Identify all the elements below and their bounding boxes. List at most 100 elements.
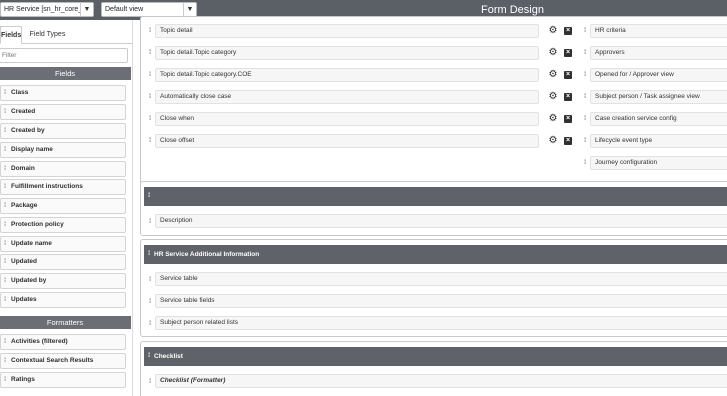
drag-handle-icon: ⁞⁞: [149, 277, 152, 283]
drag-handle-icon: ⁞⁞: [149, 50, 152, 56]
drag-handle-icon: ⁞⁞: [584, 94, 587, 100]
field-item-display-name[interactable]: ⁞⁞ Display name: [0, 142, 126, 158]
form-field-subject-person-view[interactable]: Subject person / Task assignee view: [590, 90, 727, 104]
gear-icon[interactable]: ⚙: [548, 70, 558, 80]
form-canvas: ⁞⁞ Topic detail ⚙ × ⁞⁞ Topic detail.Topi…: [133, 16, 727, 396]
field-item-update-name[interactable]: ⁞⁞ Update name: [0, 236, 126, 252]
form-field-case-creation-config[interactable]: Case creation service config: [590, 112, 727, 126]
field-item-domain[interactable]: ⁞⁞ Domain: [0, 161, 126, 177]
drag-handle-icon: ⁞⁞: [4, 109, 7, 115]
field-label: Update name: [11, 240, 52, 247]
field-label: Activities (filtered): [11, 338, 68, 345]
drag-handle-icon: ⁞⁞: [149, 94, 152, 100]
remove-icon[interactable]: ×: [564, 49, 572, 57]
drag-handle-icon: ⁞⁞: [4, 166, 7, 172]
form-field-service-table[interactable]: Service table: [155, 272, 727, 286]
gear-icon[interactable]: ⚙: [548, 48, 558, 58]
field-label: Contextual Search Results: [11, 357, 94, 364]
remove-icon[interactable]: ×: [564, 93, 572, 101]
form-field-topic-category[interactable]: Topic detail.Topic category: [155, 46, 539, 60]
field-label: Ratings: [11, 376, 35, 383]
section-header[interactable]: ⁞⁞ Checklist: [144, 347, 727, 366]
drag-handle-icon: ⁞⁞: [4, 222, 7, 228]
tab-field-types[interactable]: Field Types: [25, 26, 70, 44]
drag-handle-icon: ⁞⁞: [584, 28, 587, 34]
field-label: Display name: [11, 146, 53, 153]
field-item-fulfillment-instructions[interactable]: ⁞⁞ Fulfillment instructions: [0, 179, 126, 195]
view-select-value: Default view: [105, 6, 144, 13]
gear-icon[interactable]: ⚙: [548, 92, 558, 102]
field-item-updated[interactable]: ⁞⁞ Updated: [0, 254, 126, 270]
field-item-updated-by[interactable]: ⁞⁞ Updated by: [0, 273, 126, 289]
drag-handle-icon: ⁞⁞: [4, 259, 7, 265]
drag-handle-icon: ⁞⁞: [4, 339, 7, 345]
drag-handle-icon: ⁞⁞: [149, 138, 152, 144]
field-label: Updated: [11, 258, 37, 265]
form-field-lifecycle-event-type[interactable]: Lifecycle event type: [590, 134, 727, 148]
form-field-journey-configuration[interactable]: Journey configuration: [590, 156, 727, 170]
drag-handle-icon: ⁞⁞: [4, 358, 7, 364]
form-field-checklist-formatter[interactable]: Checklist (Formatter): [155, 374, 727, 388]
drag-handle-icon: ⁞⁞: [4, 184, 7, 190]
remove-icon[interactable]: ×: [564, 115, 572, 123]
field-item-package[interactable]: ⁞⁞ Package: [0, 198, 126, 214]
drag-handle-icon: ⁞⁞: [4, 241, 7, 247]
drag-handle-icon: ⁞⁞: [149, 379, 152, 385]
section-header[interactable]: ⁞⁞ HR Service Additional Information: [144, 245, 727, 264]
form-field-hr-criteria[interactable]: HR criteria: [590, 24, 727, 38]
field-item-created-by[interactable]: ⁞⁞ Created by: [0, 123, 126, 139]
form-field-close-when[interactable]: Close when: [155, 112, 539, 126]
field-item-updates[interactable]: ⁞⁞ Updates: [0, 292, 126, 308]
drag-handle-icon: ⁞⁞: [584, 72, 587, 78]
table-select-value: HR Service [sn_hr_core_se: [4, 6, 90, 13]
drag-handle-icon: ⁞⁞: [4, 377, 7, 383]
drag-handle-icon: ⁞⁞: [4, 147, 7, 153]
form-field-auto-close-case[interactable]: Automatically close case: [155, 90, 539, 104]
field-label: Package: [11, 202, 38, 209]
gear-icon[interactable]: ⚙: [548, 136, 558, 146]
formatter-item-activities[interactable]: ⁞⁞ Activities (filtered): [0, 334, 126, 350]
formatter-item-contextual-search[interactable]: ⁞⁞ Contextual Search Results: [0, 353, 126, 369]
fields-header: Fields: [0, 67, 131, 80]
drag-handle-icon: ⁞⁞: [149, 116, 152, 122]
field-label: Fulfillment instructions: [11, 183, 83, 190]
view-select[interactable]: Default view ▼: [101, 2, 197, 17]
drag-handle-icon: ⁞⁞: [149, 321, 152, 327]
field-label: Domain: [11, 165, 35, 172]
gear-icon[interactable]: ⚙: [548, 26, 558, 36]
drag-handle-icon: ⁞⁞: [148, 353, 151, 359]
drag-handle-icon: ⁞⁞: [4, 297, 7, 303]
drag-handle-icon: ⁞⁞: [149, 219, 152, 225]
form-field-service-table-fields[interactable]: Service table fields: [155, 294, 727, 308]
field-item-created[interactable]: ⁞⁞ Created: [0, 104, 126, 120]
form-field-approvers[interactable]: Approvers: [590, 46, 727, 60]
chevron-down-icon: ▼: [80, 3, 93, 16]
drag-handle-icon: ⁞⁞: [584, 50, 587, 56]
remove-icon[interactable]: ×: [564, 137, 572, 145]
form-field-close-offset[interactable]: Close offset: [155, 134, 539, 148]
remove-icon[interactable]: ×: [564, 27, 572, 35]
remove-icon[interactable]: ×: [564, 71, 572, 79]
field-item-class[interactable]: ⁞⁞ Class: [0, 85, 126, 101]
drag-handle-icon: ⁞⁞: [584, 116, 587, 122]
section-title: HR Service Additional Information: [154, 251, 260, 258]
form-field-topic-coe[interactable]: Topic detail.Topic category.COE: [155, 68, 539, 82]
drag-handle-icon: ⁞⁞: [4, 128, 7, 134]
formatter-item-ratings[interactable]: ⁞⁞ Ratings: [0, 372, 126, 388]
drag-handle-icon: ⁞⁞: [149, 299, 152, 305]
left-panel: Fields Field Types Fields ⁞⁞ Class ⁞⁞ Crea…: [0, 20, 133, 396]
drag-handle-icon: ⁞⁞: [149, 72, 152, 78]
drag-handle-icon: ⁞⁞: [4, 203, 7, 209]
gear-icon[interactable]: ⚙: [548, 114, 558, 124]
form-field-topic-detail[interactable]: Topic detail: [155, 24, 539, 38]
table-select[interactable]: HR Service [sn_hr_core_se ▼: [0, 2, 94, 17]
filter-input[interactable]: [0, 48, 128, 63]
field-item-protection-policy[interactable]: ⁞⁞ Protection policy: [0, 217, 126, 233]
drag-handle-icon: ⁞⁞: [584, 138, 587, 144]
tab-fields[interactable]: Fields: [0, 26, 22, 44]
form-field-opened-for-view[interactable]: Opened for / Approver view: [590, 68, 727, 82]
form-field-description[interactable]: Description: [155, 214, 727, 228]
chevron-down-icon: ▼: [183, 3, 196, 16]
section-header[interactable]: ⁞⁞: [144, 187, 727, 206]
form-field-subject-person-related[interactable]: Subject person related lists: [155, 316, 727, 330]
